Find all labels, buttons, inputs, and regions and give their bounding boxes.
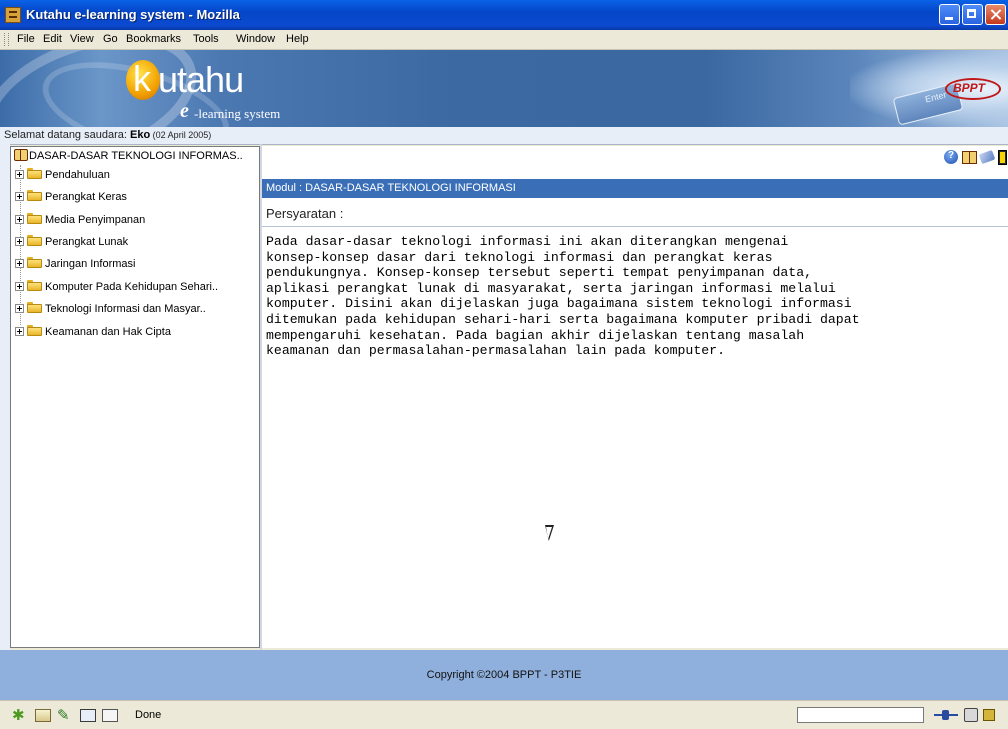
expand-plus-icon[interactable]	[15, 282, 24, 291]
browser-status-bar: Done	[0, 700, 1008, 729]
irc-chat-icon[interactable]	[102, 709, 118, 722]
tree-item-label: Teknologi Informasi dan Masyar..	[45, 303, 206, 315]
open-book-icon	[14, 149, 28, 161]
menu-file[interactable]: File	[17, 33, 35, 45]
window-titlebar[interactable]: Kutahu e-learning system - Mozilla	[0, 0, 1008, 30]
module-tree-panel: DASAR-DASAR TEKNOLOGI INFORMAS.. Pendahu…	[10, 146, 260, 648]
close-button[interactable]	[985, 4, 1006, 25]
welcome-date: (02 April 2005)	[150, 130, 212, 140]
address-book-icon[interactable]	[80, 709, 96, 722]
composer-icon[interactable]	[57, 706, 73, 724]
navigator-icon[interactable]	[12, 706, 28, 724]
menu-window[interactable]: Window	[236, 33, 275, 45]
expand-plus-icon[interactable]	[15, 170, 24, 179]
menu-help[interactable]: Help	[286, 33, 309, 45]
site-banner: k utahu e -learning system Enter BPPT	[0, 50, 1008, 127]
folder-icon	[27, 213, 42, 224]
tree-item-label: Komputer Pada Kehidupan Sehari..	[45, 281, 219, 293]
maximize-icon	[963, 5, 982, 24]
folder-icon	[27, 280, 42, 291]
progress-meter	[797, 707, 924, 723]
book-icon[interactable]	[962, 150, 977, 164]
tree-item-label: Media Penyimpanan	[45, 214, 146, 226]
tree-item-label: Perangkat Keras	[45, 191, 127, 203]
tree-item-media-penyimpanan[interactable]: Media Penyimpanan	[15, 211, 145, 229]
left-gutter	[0, 144, 10, 650]
tree-item-pendahuluan[interactable]: Pendahuluan	[15, 166, 110, 184]
module-title: Modul : DASAR-DASAR TEKNOLOGI INFORMASI	[266, 182, 516, 194]
expand-plus-icon[interactable]	[15, 327, 24, 336]
tree-item-perangkat-keras[interactable]: Perangkat Keras	[15, 188, 127, 206]
menu-tools[interactable]: Tools	[193, 33, 219, 45]
bppt-logo-text: BPPT	[953, 81, 986, 95]
security-icon[interactable]	[964, 708, 978, 722]
logo-subtitle: -learning system	[194, 106, 281, 121]
tree-item-teknologi-masyarakat[interactable]: Teknologi Informasi dan Masyar..	[15, 300, 206, 318]
menu-view[interactable]: View	[70, 33, 94, 45]
window-title: Kutahu e-learning system - Mozilla	[26, 7, 240, 22]
tree-item-label: Pendahuluan	[45, 169, 110, 181]
folder-icon	[27, 302, 42, 313]
exit-door-icon[interactable]	[998, 150, 1007, 165]
mail-icon[interactable]	[35, 709, 51, 722]
folder-icon	[27, 325, 42, 336]
tree-item-komputer-kehidupan[interactable]: Komputer Pada Kehidupan Sehari..	[15, 278, 218, 296]
kutahu-logo-text: utahu	[158, 59, 244, 100]
requirements-label: Persyaratan :	[266, 206, 344, 221]
minimize-button[interactable]	[939, 4, 960, 25]
tree-root-label: DASAR-DASAR TEKNOLOGI INFORMAS..	[29, 150, 243, 162]
tree-item-jaringan-informasi[interactable]: Jaringan Informasi	[15, 255, 136, 273]
mozilla-app-icon	[5, 7, 21, 23]
online-status-icon[interactable]	[934, 710, 958, 720]
welcome-label: Selamat datang saudara:	[4, 129, 130, 141]
folder-icon	[27, 257, 42, 268]
page-footer: Copyright ©2004 BPPT - P3TIE	[0, 650, 1008, 700]
tree-item-label: Jaringan Informasi	[45, 258, 136, 270]
menu-bookmarks[interactable]: Bookmarks	[126, 33, 181, 45]
mail-icon[interactable]	[978, 149, 996, 165]
tree-item-perangkat-lunak[interactable]: Perangkat Lunak	[15, 233, 128, 251]
menu-edit[interactable]: Edit	[43, 33, 62, 45]
status-text: Done	[135, 709, 162, 721]
logo-subtitle-e: e	[180, 100, 189, 122]
copyright-text: Copyright ©2004 BPPT - P3TIE	[426, 669, 582, 681]
expand-plus-icon[interactable]	[15, 304, 24, 313]
tree-item-label: Perangkat Lunak	[45, 236, 129, 248]
tree-item-keamanan-hak-cipta[interactable]: Keamanan dan Hak Cipta	[15, 323, 171, 341]
menubar-grip[interactable]	[4, 33, 9, 46]
folder-icon	[27, 235, 42, 246]
expand-plus-icon[interactable]	[15, 215, 24, 224]
module-description: Pada dasar-dasar teknologi informasi ini…	[266, 234, 860, 359]
expand-plus-icon[interactable]	[15, 192, 24, 201]
lock-icon[interactable]	[983, 709, 995, 721]
help-icon[interactable]	[944, 150, 958, 164]
expand-plus-icon[interactable]	[15, 259, 24, 268]
module-content: Modul : DASAR-DASAR TEKNOLOGI INFORMASI …	[262, 146, 1008, 648]
module-title-bar: Modul : DASAR-DASAR TEKNOLOGI INFORMASI	[262, 179, 1008, 198]
close-icon	[986, 5, 1005, 24]
tree-item-label: Keamanan dan Hak Cipta	[45, 326, 171, 338]
menu-go[interactable]: Go	[103, 33, 118, 45]
welcome-bar: Selamat datang saudara: Eko (02 April 20…	[0, 127, 1008, 145]
user-name: Eko	[129, 129, 151, 141]
menu-bar: File Edit View Go Bookmarks Tools Window…	[0, 30, 1008, 50]
folder-icon	[27, 190, 42, 201]
requirements-divider	[262, 226, 1008, 227]
tree-root[interactable]: DASAR-DASAR TEKNOLOGI INFORMAS..	[14, 149, 243, 162]
expand-plus-icon[interactable]	[15, 237, 24, 246]
minimize-icon	[940, 5, 959, 24]
kutahu-logo-k: k	[133, 58, 151, 99]
folder-icon	[27, 168, 42, 179]
maximize-button[interactable]	[962, 4, 983, 25]
